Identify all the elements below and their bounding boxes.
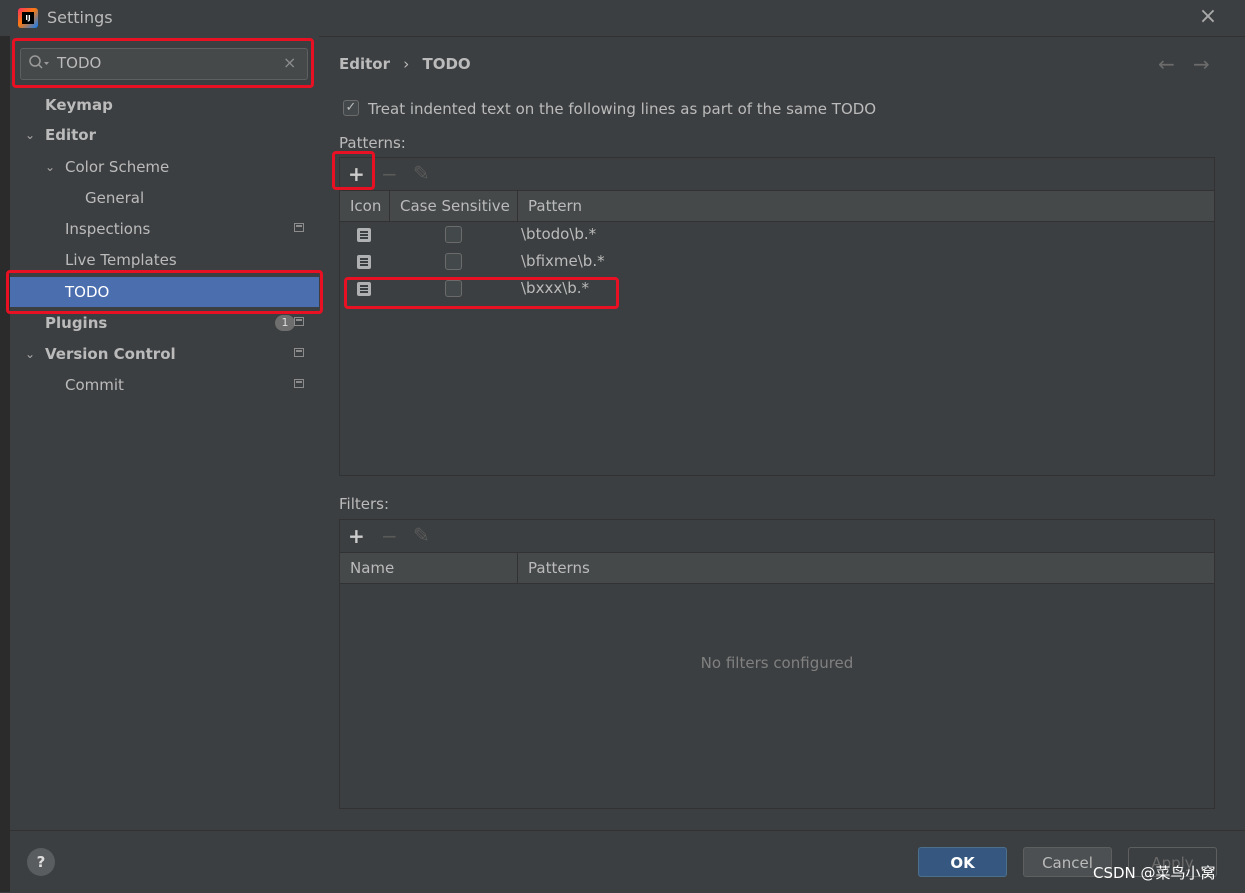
column-header-icon[interactable]: Icon	[340, 191, 390, 221]
breadcrumb-current: TODO	[422, 55, 471, 73]
close-icon[interactable]: ×	[1197, 6, 1219, 28]
sidebar-item-general[interactable]: General	[10, 183, 319, 213]
sidebar-item-label: Commit	[65, 376, 124, 394]
chevron-down-icon[interactable]: ⌄	[45, 152, 59, 182]
plugins-update-badge: 1	[275, 315, 295, 331]
remove-pattern-button[interactable]: −	[381, 164, 398, 184]
patterns-panel: + − ✎ Icon Case Sensitive Pattern \btodo…	[339, 157, 1215, 476]
annotation-add-button	[332, 151, 375, 190]
annotation-todo-item	[6, 270, 323, 314]
sidebar-item-color-scheme[interactable]: ⌄ Color Scheme	[10, 152, 319, 182]
annotation-search-box	[12, 38, 314, 88]
window-title: Settings	[47, 8, 113, 27]
todo-pattern-icon	[357, 255, 371, 269]
app-icon-label: IJ	[22, 12, 34, 24]
table-row[interactable]: \btodo\b.*	[340, 222, 1214, 249]
back-arrow-icon[interactable]: ←	[1158, 52, 1175, 76]
project-settings-icon	[294, 348, 304, 357]
remove-filter-button[interactable]: −	[381, 526, 398, 546]
forward-arrow-icon[interactable]: →	[1193, 52, 1210, 76]
case-sensitive-checkbox[interactable]	[445, 226, 462, 243]
sidebar-item-label: Color Scheme	[65, 158, 170, 176]
background-ide-strip	[0, 36, 10, 892]
todo-pattern-icon	[357, 228, 371, 242]
indented-todo-checkbox[interactable]: ✓	[343, 100, 359, 116]
sidebar-item-label: General	[85, 189, 145, 207]
patterns-table-header: Icon Case Sensitive Pattern	[340, 190, 1214, 222]
indented-todo-label: Treat indented text on the following lin…	[368, 100, 877, 118]
breadcrumb-parent[interactable]: Editor	[339, 55, 390, 73]
pattern-cell: \bfixme\b.*	[521, 252, 605, 270]
sidebar-item-inspections[interactable]: Inspections	[10, 214, 319, 244]
sidebar-item-label: Editor	[45, 126, 96, 144]
column-header-pattern[interactable]: Pattern	[518, 191, 1214, 221]
breadcrumb: Editor › TODO	[339, 55, 471, 73]
column-header-case-sensitive[interactable]: Case Sensitive	[390, 191, 518, 221]
watermark: CSDN @菜鸟小窝	[1093, 864, 1216, 882]
filters-table-header: Name Patterns	[340, 552, 1214, 584]
sidebar-item-editor[interactable]: ⌄ Editor	[10, 120, 319, 150]
pattern-cell: \btodo\b.*	[521, 225, 597, 243]
filters-label: Filters:	[339, 495, 390, 513]
project-settings-icon	[294, 379, 304, 388]
sidebar-item-keymap[interactable]: Keymap	[10, 90, 319, 120]
sidebar-item-label: Version Control	[45, 345, 176, 363]
annotation-new-pattern-row	[344, 277, 619, 309]
project-settings-icon	[294, 223, 304, 232]
sidebar-item-label: Keymap	[45, 96, 113, 114]
filters-panel: + − ✎ Name Patterns No filters configure…	[339, 519, 1215, 809]
intellij-app-icon: IJ	[18, 8, 38, 28]
ok-button[interactable]: OK	[918, 847, 1007, 877]
breadcrumb-separator: ›	[403, 55, 410, 73]
help-button[interactable]: ?	[27, 848, 55, 876]
edit-pattern-icon[interactable]: ✎	[413, 163, 430, 183]
sidebar-item-version-control[interactable]: ⌄ Version Control	[10, 339, 319, 369]
patterns-label: Patterns:	[339, 134, 406, 152]
title-bar	[0, 0, 1245, 37]
add-filter-button[interactable]: +	[348, 526, 365, 546]
edit-filter-icon[interactable]: ✎	[413, 525, 430, 545]
case-sensitive-checkbox[interactable]	[445, 253, 462, 270]
column-header-name[interactable]: Name	[340, 553, 518, 583]
column-header-patterns[interactable]: Patterns	[518, 553, 1214, 583]
empty-filters-message: No filters configured	[700, 654, 854, 672]
table-row[interactable]: \bfixme\b.*	[340, 249, 1214, 276]
sidebar-item-commit[interactable]: Commit	[10, 370, 319, 400]
project-settings-icon	[294, 317, 304, 326]
chevron-down-icon[interactable]: ⌄	[25, 120, 39, 150]
chevron-down-icon[interactable]: ⌄	[25, 339, 39, 369]
sidebar-item-label: Inspections	[65, 220, 151, 238]
